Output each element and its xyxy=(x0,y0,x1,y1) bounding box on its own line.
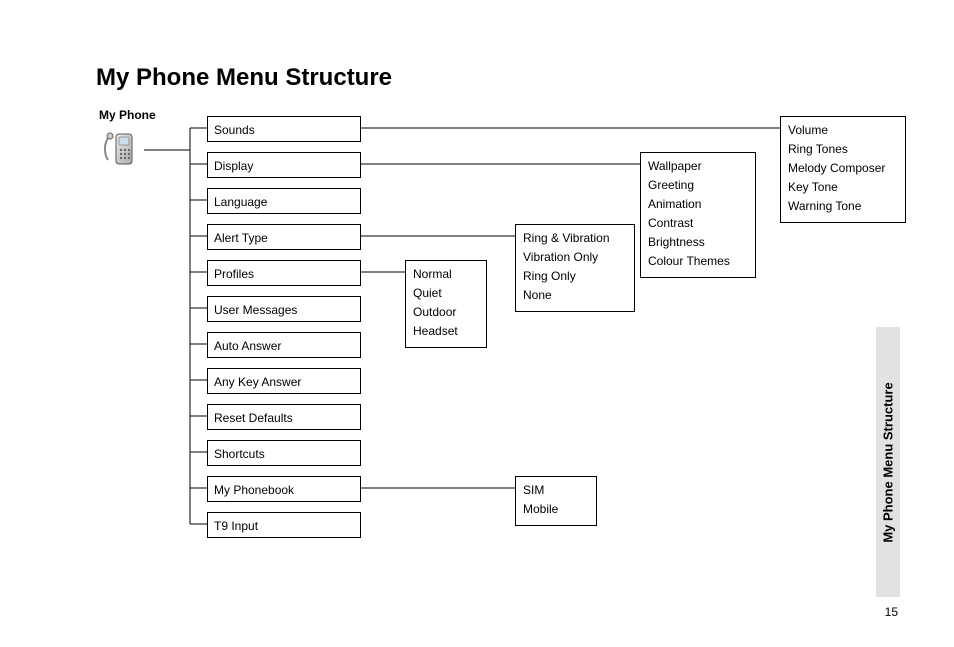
page-title: My Phone Menu Structure xyxy=(96,64,392,92)
menu-shortcuts: Shortcuts xyxy=(207,440,361,466)
side-tab: My Phone Menu Structure xyxy=(876,327,900,597)
menu-any-key-answer: Any Key Answer xyxy=(207,368,361,394)
submenu-item: None xyxy=(523,286,627,305)
menu-auto-answer: Auto Answer xyxy=(207,332,361,358)
submenu-item: Volume xyxy=(788,121,898,140)
root-label: My Phone xyxy=(99,108,156,122)
submenu-alert-type: Ring & Vibration Vibration Only Ring Onl… xyxy=(515,224,635,312)
submenu-display: Wallpaper Greeting Animation Contrast Br… xyxy=(640,152,756,278)
submenu-phonebook: SIM Mobile xyxy=(515,476,597,526)
menu-language: Language xyxy=(207,188,361,214)
page-number: 15 xyxy=(885,605,898,619)
submenu-item: Ring & Vibration xyxy=(523,229,627,248)
menu-t9-input: T9 Input xyxy=(207,512,361,538)
submenu-item: Animation xyxy=(648,195,748,214)
menu-alert-type: Alert Type xyxy=(207,224,361,250)
side-tab-label: My Phone Menu Structure xyxy=(881,382,896,542)
submenu-profiles: Normal Quiet Outdoor Headset xyxy=(405,260,487,348)
submenu-item: Contrast xyxy=(648,214,748,233)
submenu-item: Ring Tones xyxy=(788,140,898,159)
submenu-item: Melody Composer xyxy=(788,159,898,178)
menu-profiles: Profiles xyxy=(207,260,361,286)
submenu-item: Wallpaper xyxy=(648,157,748,176)
menu-display: Display xyxy=(207,152,361,178)
submenu-item: Brightness xyxy=(648,233,748,252)
phone-icon xyxy=(102,128,144,170)
submenu-item: Quiet xyxy=(413,284,479,303)
submenu-item: SIM xyxy=(523,481,589,500)
submenu-sounds: Volume Ring Tones Melody Composer Key To… xyxy=(780,116,906,223)
submenu-item: Key Tone xyxy=(788,178,898,197)
submenu-item: Warning Tone xyxy=(788,197,898,216)
submenu-item: Mobile xyxy=(523,500,589,519)
menu-sounds: Sounds xyxy=(207,116,361,142)
menu-my-phonebook: My Phonebook xyxy=(207,476,361,502)
menu-reset-defaults: Reset Defaults xyxy=(207,404,361,430)
menu-user-messages: User Messages xyxy=(207,296,361,322)
submenu-item: Colour Themes xyxy=(648,252,748,271)
submenu-item: Outdoor xyxy=(413,303,479,322)
submenu-item: Normal xyxy=(413,265,479,284)
submenu-item: Ring Only xyxy=(523,267,627,286)
submenu-item: Headset xyxy=(413,322,479,341)
submenu-item: Vibration Only xyxy=(523,248,627,267)
submenu-item: Greeting xyxy=(648,176,748,195)
